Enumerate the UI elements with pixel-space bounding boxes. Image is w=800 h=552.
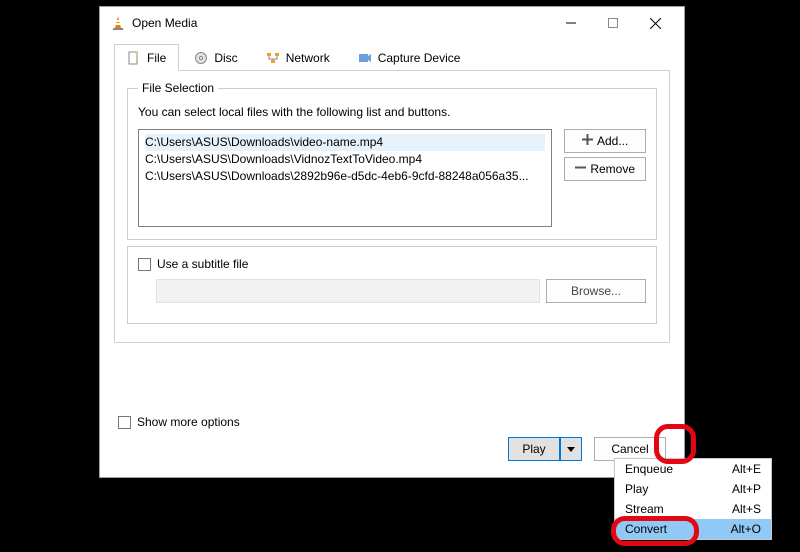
minus-icon — [575, 162, 586, 176]
file-selection-fieldset: File Selection You can select local file… — [127, 81, 657, 240]
tab-network[interactable]: Network — [253, 44, 343, 71]
tab-disc[interactable]: Disc — [181, 44, 250, 71]
tab-capture[interactable]: Capture Device — [345, 44, 474, 71]
tab-panel-file: File Selection You can select local file… — [114, 71, 670, 343]
tab-disc-label: Disc — [214, 51, 237, 65]
browse-button-label: Browse... — [571, 284, 621, 298]
open-media-dialog: Open Media File Disc Network Capture Dev — [99, 6, 685, 478]
capture-icon — [358, 51, 372, 65]
tab-file[interactable]: File — [114, 44, 179, 71]
maximize-button[interactable] — [592, 11, 634, 35]
file-icon — [127, 51, 141, 65]
cancel-button-label: Cancel — [611, 442, 648, 456]
menu-item-label: Stream — [625, 502, 664, 516]
menu-item-label: Enqueue — [625, 462, 673, 476]
file-list-item[interactable]: C:\Users\ASUS\Downloads\2892b96e-d5dc-4e… — [145, 168, 545, 185]
menu-item-label: Convert — [625, 522, 667, 536]
menu-item-accel: Alt+O — [731, 522, 761, 536]
subtitle-checkbox-label: Use a subtitle file — [157, 257, 248, 271]
subtitle-fieldset: Use a subtitle file Browse... — [127, 246, 657, 324]
play-dropdown-menu: Enqueue Alt+E Play Alt+P Stream Alt+S Co… — [614, 458, 772, 540]
menu-item-accel: Alt+P — [732, 482, 761, 496]
browse-button[interactable]: Browse... — [546, 279, 646, 303]
tab-network-label: Network — [286, 51, 330, 65]
menu-item-label: Play — [625, 482, 648, 496]
dialog-content: File Disc Network Capture Device File Se… — [100, 39, 684, 353]
play-split-button: Play — [508, 437, 582, 461]
add-button[interactable]: Add... — [564, 129, 646, 153]
tabs: File Disc Network Capture Device — [114, 43, 670, 71]
tab-capture-label: Capture Device — [378, 51, 461, 65]
more-options-checkbox[interactable] — [118, 416, 131, 429]
file-list[interactable]: C:\Users\ASUS\Downloads\video-name.mp4 C… — [138, 129, 552, 227]
menu-item-convert[interactable]: Convert Alt+O — [615, 519, 771, 539]
network-icon — [266, 51, 280, 65]
subtitle-checkbox[interactable] — [138, 258, 151, 271]
vlc-cone-icon — [110, 15, 126, 31]
window-buttons — [550, 11, 676, 35]
remove-button-label: Remove — [590, 162, 635, 176]
file-selection-legend: File Selection — [138, 81, 218, 95]
window-title: Open Media — [132, 16, 550, 30]
disc-icon — [194, 51, 208, 65]
chevron-down-icon — [567, 442, 575, 456]
close-button[interactable] — [634, 11, 676, 35]
play-button-label: Play — [522, 442, 545, 456]
menu-item-stream[interactable]: Stream Alt+S — [615, 499, 771, 519]
menu-item-play[interactable]: Play Alt+P — [615, 479, 771, 499]
menu-item-accel: Alt+E — [732, 462, 761, 476]
tab-file-label: File — [147, 51, 166, 65]
more-options-label: Show more options — [137, 415, 240, 429]
play-button[interactable]: Play — [508, 437, 560, 461]
add-button-label: Add... — [597, 134, 628, 148]
file-list-item[interactable]: C:\Users\ASUS\Downloads\video-name.mp4 — [145, 134, 545, 151]
more-options-row: Show more options — [118, 415, 240, 429]
subtitle-path — [156, 279, 540, 303]
menu-item-accel: Alt+S — [732, 502, 761, 516]
menu-item-enqueue[interactable]: Enqueue Alt+E — [615, 459, 771, 479]
remove-button[interactable]: Remove — [564, 157, 646, 181]
plus-icon — [582, 134, 593, 148]
file-list-item[interactable]: C:\Users\ASUS\Downloads\VidnozTextToVide… — [145, 151, 545, 168]
minimize-button[interactable] — [550, 11, 592, 35]
file-selection-help: You can select local files with the foll… — [138, 105, 646, 119]
titlebar: Open Media — [100, 7, 684, 39]
play-dropdown-button[interactable] — [560, 437, 582, 461]
